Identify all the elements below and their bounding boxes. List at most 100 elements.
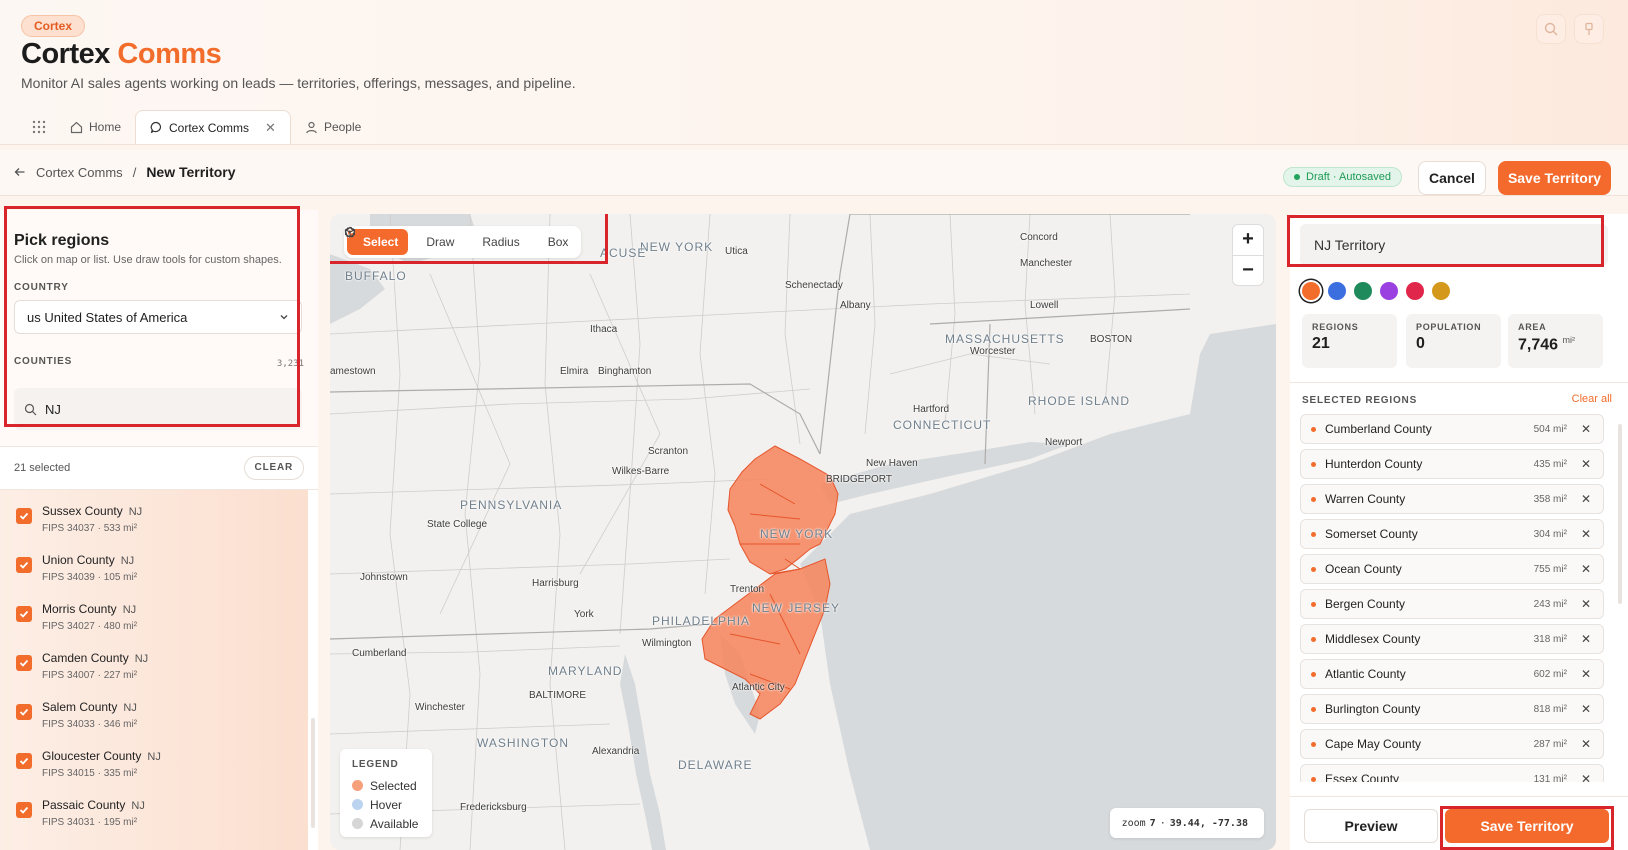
county-list: Sussex County NJ FIPS 34037 · 533 mi² Union…	[0, 490, 308, 850]
breadcrumb-parent[interactable]: Cortex Comms	[36, 165, 123, 180]
clear-button[interactable]: CLEAR	[243, 456, 304, 480]
color-swatch[interactable]	[1302, 282, 1320, 300]
map-place-label: York	[574, 609, 594, 620]
close-icon[interactable]: ✕	[265, 120, 276, 136]
preview-button[interactable]: Preview	[1304, 809, 1438, 843]
tool-draw[interactable]: Draw	[344, 226, 464, 255]
stat-value: 0	[1416, 335, 1425, 352]
checkbox-checked[interactable]	[16, 606, 32, 622]
region-dot-icon	[1311, 496, 1316, 502]
remove-region-icon[interactable]: ✕	[1581, 667, 1591, 681]
region-name: Atlantic County	[1325, 667, 1406, 681]
pin-icon[interactable]	[1574, 14, 1604, 44]
map-place-label: BUFFALO	[345, 269, 407, 283]
county-search[interactable]	[14, 388, 302, 430]
county-list-item[interactable]: Union County NJ FIPS 34039 · 105 mi²	[0, 539, 308, 588]
checkbox-checked[interactable]	[16, 508, 32, 524]
color-swatch[interactable]	[1354, 282, 1372, 300]
chat-bubble-icon	[150, 121, 162, 134]
zoom-out-button[interactable]: −	[1233, 256, 1263, 286]
zoom-in-button[interactable]: +	[1233, 225, 1263, 256]
remove-region-icon[interactable]: ✕	[1581, 457, 1591, 471]
stat-label: POPULATION	[1416, 322, 1482, 332]
county-title-row: Camden County NJ	[42, 649, 148, 667]
county-meta: FIPS 34007 · 227 mi²	[42, 670, 138, 681]
zoom-readout-label: zoom	[1121, 817, 1146, 829]
selected-region-item: Burlington County 818 mi² ✕	[1300, 694, 1604, 724]
map-place-label: Wilmington	[642, 638, 692, 649]
remove-region-icon[interactable]: ✕	[1581, 527, 1591, 541]
county-list-scrollbar[interactable]	[308, 490, 318, 850]
county-name: Morris County	[42, 602, 117, 616]
map-canvas[interactable]: NEW YORK Utica Concord Manchester Schenectad…	[330, 214, 1276, 850]
color-swatch[interactable]	[1328, 282, 1346, 300]
remove-region-icon[interactable]: ✕	[1581, 702, 1591, 716]
save-territory-button[interactable]: Save Territory	[1445, 809, 1609, 843]
remove-region-icon[interactable]: ✕	[1581, 737, 1591, 751]
tool-select[interactable]: Select	[345, 226, 409, 255]
search-icon[interactable]	[1536, 14, 1566, 44]
county-list-item[interactable]: Morris County NJ FIPS 34027 · 480 mi²	[0, 588, 308, 637]
stat-population: POPULATION 0	[1406, 314, 1501, 368]
territory-name-input[interactable]	[1300, 224, 1608, 266]
county-list-item[interactable]: Passaic County NJ FIPS 34031 · 195 mi²	[0, 784, 308, 833]
tool-label: Box	[547, 235, 569, 249]
cancel-button[interactable]: Cancel	[1418, 161, 1486, 195]
county-list-item[interactable]: Gloucester County NJ FIPS 34015 · 335 mi²	[0, 735, 308, 784]
country-select[interactable]: us United States of America	[14, 300, 302, 334]
remove-region-icon[interactable]: ✕	[1581, 562, 1591, 576]
remove-region-icon[interactable]: ✕	[1581, 632, 1591, 646]
region-picker-header: Pick regions Click on map or list. Use d…	[0, 210, 318, 446]
map-place-label: Ithaca	[590, 324, 618, 335]
region-name: Hunterdon County	[1325, 457, 1423, 471]
map-legend: LEGEND Selected Hover Available	[340, 749, 432, 837]
selected-region-item: Middlesex County 318 mi² ✕	[1300, 624, 1604, 654]
remove-region-icon[interactable]: ✕	[1581, 597, 1591, 611]
region-area: 602 mi²	[1533, 668, 1567, 680]
region-area: 318 mi²	[1533, 633, 1567, 645]
tab-cortex-comms[interactable]: Cortex Comms ✕	[135, 110, 291, 144]
county-title-row: Gloucester County NJ	[42, 747, 161, 765]
color-swatch[interactable]	[1406, 282, 1424, 300]
selected-region-item: Somerset County 304 mi² ✕	[1300, 519, 1604, 549]
remove-region-icon[interactable]: ✕	[1581, 492, 1591, 506]
map-place-label: Utica	[725, 246, 748, 257]
county-name: Sussex County	[42, 504, 123, 518]
map-place-label: PENNSYLVANIA	[460, 498, 563, 512]
territory-panel: REGIONS 21 POPULATION 0 AREA 7,746 mi² S…	[1287, 214, 1628, 850]
legend-swatch	[352, 799, 363, 810]
color-swatch[interactable]	[1432, 282, 1450, 300]
county-list-item[interactable]: Camden County NJ FIPS 34007 · 227 mi²	[0, 637, 308, 686]
checkbox-checked[interactable]	[16, 557, 32, 573]
app-header: Cortex Cortex Comms Monitor AI sales age…	[0, 0, 1628, 145]
remove-region-icon[interactable]: ✕	[1581, 422, 1591, 436]
tab-home-label: Home	[89, 120, 122, 134]
clear-all-link[interactable]: Clear all	[1572, 393, 1612, 405]
tab-people[interactable]: People	[291, 110, 375, 144]
county-list-item[interactable]: Salem County NJ FIPS 34033 · 346 mi²	[0, 686, 308, 735]
checkbox-checked[interactable]	[16, 802, 32, 818]
region-dot-icon	[1311, 601, 1316, 607]
region-area: 818 mi²	[1533, 703, 1567, 715]
region-dot-icon	[1311, 426, 1316, 432]
save-territory-button[interactable]: Save Territory	[1498, 161, 1611, 195]
checkbox-checked[interactable]	[16, 704, 32, 720]
region-dot-icon	[1311, 461, 1316, 467]
checkbox-checked[interactable]	[16, 655, 32, 671]
tab-home[interactable]: Home	[56, 110, 135, 144]
county-list-item[interactable]: Sussex County NJ FIPS 34037 · 533 mi²	[0, 490, 308, 539]
checkbox-checked[interactable]	[16, 753, 32, 769]
tool-box[interactable]: Box	[344, 226, 579, 255]
county-meta: FIPS 34031 · 195 mi²	[42, 817, 138, 828]
legend-label: Selected	[370, 778, 417, 793]
tool-radius[interactable]: Radius	[344, 226, 529, 255]
color-swatch[interactable]	[1380, 282, 1398, 300]
county-meta: FIPS 34015 · 335 mi²	[42, 768, 138, 779]
apps-grid-icon[interactable]	[22, 110, 56, 144]
county-search-input[interactable]	[45, 401, 265, 417]
scrollbar-thumb[interactable]	[311, 718, 315, 828]
county-state: NJ	[120, 555, 135, 567]
selected-regions-scrollbar[interactable]	[1618, 424, 1622, 604]
back-arrow-icon[interactable]	[14, 166, 26, 178]
remove-region-icon[interactable]: ✕	[1581, 772, 1591, 782]
